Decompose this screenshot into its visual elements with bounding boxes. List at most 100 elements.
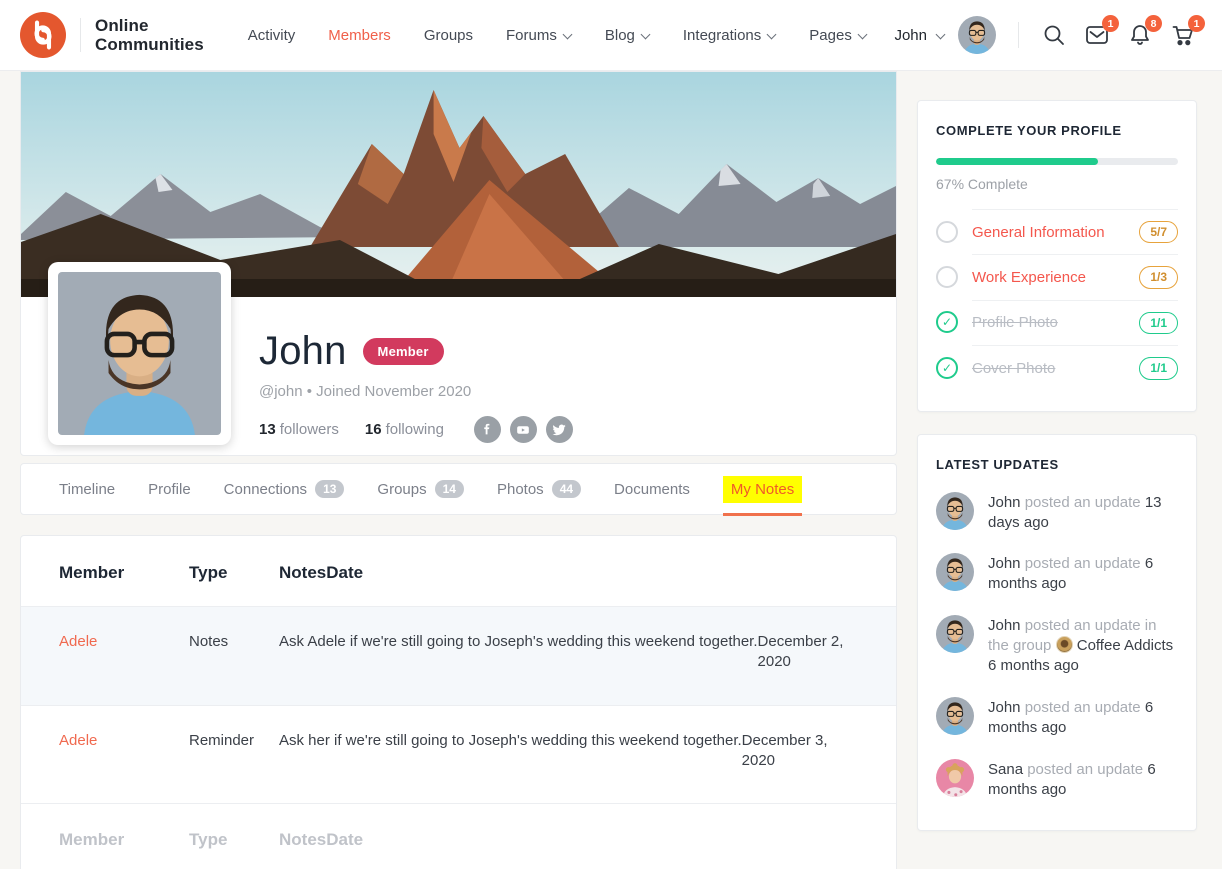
update-text: John posted an update 13 days ago	[988, 492, 1178, 533]
avatar[interactable]	[936, 492, 974, 530]
note-text: Ask Adele if we're still going to Joseph…	[279, 607, 758, 705]
tab-label: Connections	[224, 481, 307, 498]
user-menu[interactable]: John	[894, 16, 996, 54]
completion-status-icon: ✓	[936, 266, 958, 288]
profile-completion-item: ✓ Work Experience 1/3	[936, 254, 1178, 299]
completion-progress-badge: 5/7	[1139, 221, 1178, 243]
divider	[80, 18, 81, 52]
nav-item-integrations[interactable]: Integrations	[683, 27, 776, 44]
cart-button[interactable]: 1	[1170, 22, 1196, 48]
update-item: John posted an update 6 months ago	[936, 697, 1178, 738]
tab-label: Photos	[497, 481, 544, 498]
nav-item-label: Blog	[605, 27, 635, 44]
update-item: Sana posted an update 6 months ago	[936, 759, 1178, 800]
chevron-down-icon	[641, 31, 650, 40]
messages-button[interactable]: 1	[1084, 22, 1110, 48]
note-type: Reminder	[189, 706, 279, 804]
completion-item-link[interactable]: Work Experience	[972, 269, 1086, 286]
tab-count-badge: 14	[435, 480, 464, 498]
tab-label: Documents	[614, 481, 690, 498]
update-user-link[interactable]: John	[988, 699, 1021, 716]
twitter-icon[interactable]	[546, 416, 573, 443]
nav-item-label: Pages	[809, 27, 852, 44]
tab-documents[interactable]: Documents	[614, 463, 690, 515]
update-user-link[interactable]: Sana	[988, 761, 1023, 778]
tab-timeline[interactable]: Timeline	[59, 463, 115, 515]
update-item: John posted an update in the group Coffe…	[936, 615, 1178, 676]
divider	[1018, 22, 1019, 48]
site-title: Online Communities	[95, 16, 204, 54]
profile-completion-item: ✓ Cover Photo 1/1	[936, 345, 1178, 390]
update-group-link[interactable]: Coffee Addicts	[1077, 637, 1173, 654]
tab-my-notes[interactable]: My Notes	[723, 463, 802, 515]
update-item: John posted an update 6 months ago	[936, 553, 1178, 594]
avatar[interactable]	[936, 553, 974, 591]
right-sidebar: COMPLETE YOUR PROFILE 67% Complete ✓ Gen…	[917, 71, 1197, 869]
column-header-date: Date	[326, 804, 422, 869]
nav-item-label: Forums	[506, 27, 557, 44]
chevron-down-icon	[858, 31, 867, 40]
youtube-icon[interactable]	[510, 416, 537, 443]
chevron-down-icon	[936, 31, 945, 40]
completion-items-list: ✓ General Information 5/7 ✓ Work Experie…	[936, 209, 1178, 391]
column-header-notes: Notes	[279, 536, 326, 606]
profile-progress-bar	[936, 158, 1178, 165]
buddyboss-logo-icon	[20, 12, 66, 58]
update-user-link[interactable]: John	[988, 555, 1021, 572]
nav-item-label: Groups	[424, 27, 473, 44]
tab-connections[interactable]: Connections 13	[224, 463, 345, 515]
profile-header-card: John Member @john • Joined November 2020…	[20, 71, 897, 456]
notes-table-footer: MemberTypeNotesDate	[21, 803, 896, 869]
avatar[interactable]	[936, 759, 974, 797]
nav-item-blog[interactable]: Blog	[605, 27, 650, 44]
tab-label: Timeline	[59, 481, 115, 498]
social-links	[474, 416, 573, 443]
completion-item-link[interactable]: Cover Photo	[972, 360, 1055, 377]
notes-table-row: Adele Notes Ask Adele if we're still goi…	[21, 607, 896, 705]
note-date: December 2, 2020	[758, 607, 854, 705]
nav-item-pages[interactable]: Pages	[809, 27, 867, 44]
tab-photos[interactable]: Photos 44	[497, 463, 581, 515]
nav-item-groups[interactable]: Groups	[424, 27, 473, 44]
notifications-button[interactable]: 8	[1127, 22, 1153, 48]
notifications-count-badge: 8	[1145, 15, 1162, 32]
nav-item-activity[interactable]: Activity	[248, 27, 296, 44]
note-text: Ask her if we're still going to Joseph's…	[279, 706, 742, 804]
profile-completion-item: ✓ General Information 5/7	[936, 209, 1178, 254]
site-logo[interactable]: Online Communities	[20, 12, 204, 58]
tab-groups[interactable]: Groups 14	[377, 463, 464, 515]
avatar[interactable]	[936, 697, 974, 735]
profile-meta: @john • Joined November 2020	[259, 383, 866, 400]
member-link[interactable]: Adele	[59, 732, 97, 749]
tab-label: Groups	[377, 481, 426, 498]
completion-status-icon: ✓	[936, 221, 958, 243]
chevron-down-icon	[563, 31, 572, 40]
messages-count-badge: 1	[1102, 15, 1119, 32]
notes-table-header: MemberTypeNotesDate	[21, 536, 896, 607]
tab-profile[interactable]: Profile	[148, 463, 191, 515]
search-button[interactable]	[1041, 22, 1067, 48]
update-text: John posted an update 6 months ago	[988, 697, 1178, 738]
tab-count-badge: 44	[552, 480, 581, 498]
update-text: John posted an update 6 months ago	[988, 553, 1178, 594]
avatar[interactable]	[958, 16, 996, 54]
avatar[interactable]	[936, 615, 974, 653]
completion-item-link[interactable]: Profile Photo	[972, 314, 1058, 331]
update-user-link[interactable]: John	[988, 494, 1021, 511]
tab-count-badge: 13	[315, 480, 344, 498]
member-link[interactable]: Adele	[59, 633, 97, 650]
nav-item-members[interactable]: Members	[328, 27, 391, 44]
note-type: Notes	[189, 607, 279, 705]
completion-item-link[interactable]: General Information	[972, 224, 1105, 241]
facebook-icon[interactable]	[474, 416, 501, 443]
nav-item-forums[interactable]: Forums	[506, 27, 572, 44]
update-user-link[interactable]: John	[988, 617, 1021, 634]
progress-percent-label: 67% Complete	[936, 176, 1178, 192]
update-item: John posted an update 13 days ago	[936, 492, 1178, 533]
completion-progress-badge: 1/1	[1139, 357, 1178, 379]
update-text: Sana posted an update 6 months ago	[988, 759, 1178, 800]
tab-label: Profile	[148, 481, 191, 498]
tab-label: My Notes	[723, 476, 802, 503]
nav-item-label: Integrations	[683, 27, 761, 44]
widget-title: COMPLETE YOUR PROFILE	[936, 123, 1178, 138]
